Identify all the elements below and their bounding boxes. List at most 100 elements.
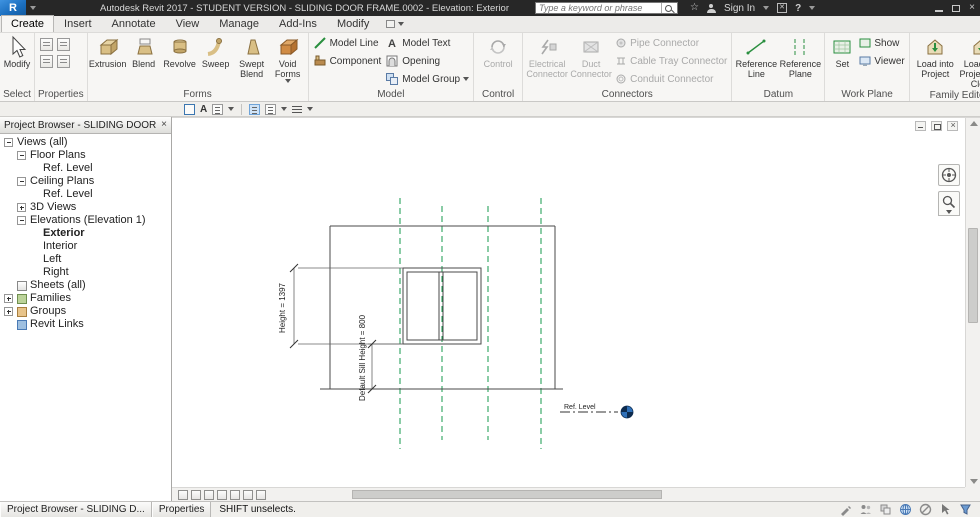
opening-button[interactable]: Opening: [383, 52, 471, 70]
expander-icon[interactable]: [4, 294, 13, 303]
tree-item-views-all[interactable]: Views (all): [0, 136, 171, 149]
detail-level-icon[interactable]: [191, 489, 201, 500]
favorites-star-icon[interactable]: ☆: [690, 0, 699, 16]
void-forms-button[interactable]: Void Forms: [270, 34, 306, 88]
user-icon[interactable]: [706, 3, 716, 13]
filter-icon[interactable]: [959, 503, 972, 516]
reference-plane-button[interactable]: Reference Plane: [778, 34, 822, 88]
horizontal-scroll-thumb[interactable]: [352, 490, 662, 499]
ribbon-display-toggle[interactable]: [386, 20, 405, 32]
link-icon[interactable]: [212, 103, 224, 115]
editable-only-icon[interactable]: [839, 503, 852, 516]
visibility-graphics-icon[interactable]: [249, 103, 261, 115]
restore-button[interactable]: [952, 4, 961, 12]
tree-item-groups[interactable]: Groups: [0, 305, 171, 318]
help-caret-icon[interactable]: [809, 6, 816, 10]
tab-view[interactable]: View: [166, 15, 210, 32]
ref-level-datum[interactable]: Ref. Level: [560, 404, 634, 419]
expander-icon[interactable]: [4, 138, 13, 147]
component-button[interactable]: Component: [311, 52, 384, 70]
crop-region-visibility-icon[interactable]: [256, 489, 266, 500]
view-minimize-icon[interactable]: [915, 121, 926, 131]
scale-icon[interactable]: [178, 489, 188, 500]
help-search-box[interactable]: [535, 2, 678, 14]
sun-path-icon[interactable]: [217, 489, 227, 500]
properties-bottom-tab[interactable]: Properties: [151, 502, 212, 517]
set-work-plane-button[interactable]: Set: [827, 34, 857, 88]
family-parameters-icon[interactable]: [40, 55, 53, 68]
vertical-scroll-thumb[interactable]: [968, 228, 978, 323]
vertical-scrollbar[interactable]: [965, 118, 980, 487]
tree-item-exterior[interactable]: Exterior: [0, 227, 171, 240]
link-caret-icon[interactable]: [228, 107, 235, 111]
blend-button[interactable]: Blend: [126, 34, 162, 88]
project-browser-header[interactable]: Project Browser - SLIDING DOOR FRA... ×: [0, 117, 171, 134]
help-icon[interactable]: ?: [795, 3, 801, 14]
tab-modify[interactable]: Modify: [327, 15, 379, 32]
thin-lines-icon[interactable]: [184, 103, 195, 115]
tree-item-elevations[interactable]: Elevations (Elevation 1): [0, 214, 171, 227]
view-list-caret-icon[interactable]: [307, 107, 314, 111]
reference-line-button[interactable]: Reference Line: [734, 34, 778, 88]
family-types-icon[interactable]: [40, 38, 53, 51]
steering-wheel-button[interactable]: [938, 164, 960, 186]
tab-insert[interactable]: Insert: [54, 15, 102, 32]
sign-in-button[interactable]: Sign In: [724, 3, 755, 14]
sweep-button[interactable]: Sweep: [198, 34, 234, 88]
minimize-button[interactable]: [935, 9, 944, 12]
properties-palette-icon[interactable]: [57, 55, 70, 68]
scroll-down-icon[interactable]: [970, 479, 978, 484]
visual-style-icon[interactable]: [204, 489, 214, 500]
exclude-options-icon[interactable]: [919, 503, 932, 516]
show-work-plane-button[interactable]: Show: [857, 34, 906, 52]
design-options-icon[interactable]: [879, 503, 892, 516]
tree-item-left[interactable]: Left: [0, 253, 171, 266]
tree-item-ref-level-ceiling[interactable]: Ref. Level: [0, 188, 171, 201]
model-line-button[interactable]: Model Line: [311, 34, 384, 52]
app-menu-caret-icon[interactable]: [30, 6, 36, 10]
drawing-area[interactable]: Height = 1397 Default Sill Height = 800 …: [172, 117, 980, 501]
sill-height-dimension[interactable]: Default Sill Height = 800: [358, 314, 403, 401]
model-text-button[interactable]: A Model Text: [383, 34, 471, 52]
model-group-button[interactable]: Model Group: [383, 70, 471, 88]
expander-icon[interactable]: [4, 307, 13, 316]
view-list-icon[interactable]: [292, 105, 303, 114]
tab-manage[interactable]: Manage: [209, 15, 269, 32]
project-browser-close-icon[interactable]: ×: [161, 120, 167, 130]
expander-icon[interactable]: [17, 216, 26, 225]
app-menu-button[interactable]: R: [0, 0, 26, 16]
tab-annotate[interactable]: Annotate: [102, 15, 166, 32]
graphics-display-icon[interactable]: [265, 103, 277, 115]
project-browser-bottom-tab[interactable]: Project Browser - SLIDING D...: [0, 502, 152, 517]
tree-item-3d-views[interactable]: 3D Views: [0, 201, 171, 214]
tab-add-ins[interactable]: Add-Ins: [269, 15, 327, 32]
press-drag-select-icon[interactable]: [939, 503, 952, 516]
tree-item-ref-level-floor[interactable]: Ref. Level: [0, 162, 171, 175]
view-close-icon[interactable]: [947, 120, 958, 131]
family-category-icon[interactable]: [57, 38, 70, 51]
load-into-project-button[interactable]: Load into Project: [912, 34, 959, 89]
elevation-view[interactable]: Height = 1397 Default Sill Height = 800 …: [172, 118, 965, 487]
search-icon[interactable]: [661, 3, 677, 13]
horizontal-scrollbar[interactable]: [272, 488, 965, 501]
shadows-icon[interactable]: [230, 489, 240, 500]
tree-item-floor-plans[interactable]: Floor Plans: [0, 149, 171, 162]
sign-in-caret-icon[interactable]: [763, 6, 770, 10]
view-restore-icon[interactable]: [931, 121, 942, 131]
tree-item-revit-links[interactable]: Revit Links: [0, 318, 171, 331]
revolve-button[interactable]: Revolve: [162, 34, 198, 88]
collaborate-globe-icon[interactable]: [899, 503, 912, 516]
crop-view-icon[interactable]: [243, 489, 253, 500]
expander-icon[interactable]: [17, 177, 26, 186]
height-dimension[interactable]: Height = 1397: [278, 263, 403, 349]
tree-item-right[interactable]: Right: [0, 266, 171, 279]
expander-icon[interactable]: [17, 151, 26, 160]
load-into-project-and-close-button[interactable]: Load into Project and Close: [959, 34, 980, 89]
tree-item-sheets[interactable]: Sheets (all): [0, 279, 171, 292]
scroll-up-icon[interactable]: [970, 121, 978, 126]
search-input[interactable]: [536, 3, 661, 13]
exchange-apps-icon[interactable]: ✕: [777, 3, 788, 13]
reference-plane-lines[interactable]: [399, 198, 542, 449]
tree-item-families[interactable]: Families: [0, 292, 171, 305]
graphics-display-caret-icon[interactable]: [281, 107, 288, 111]
